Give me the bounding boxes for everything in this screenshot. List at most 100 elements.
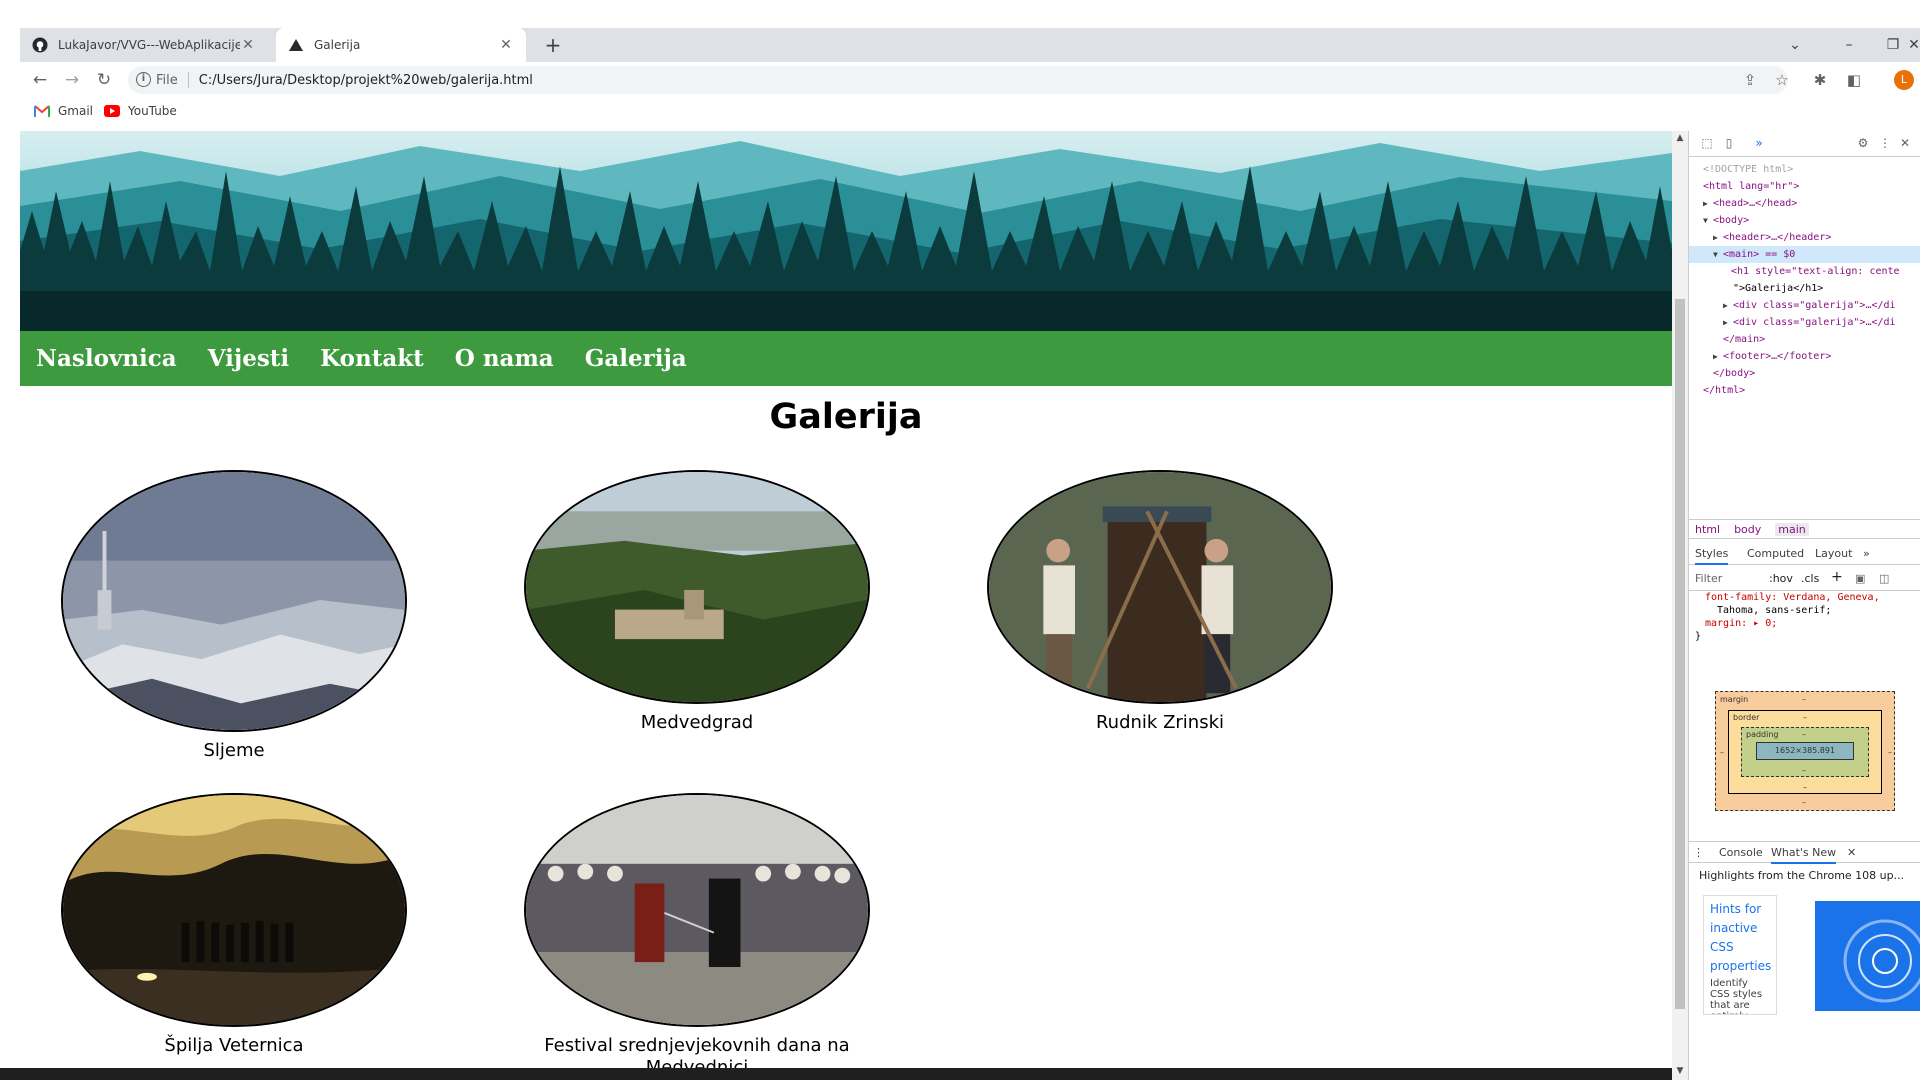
paint-bucket-icon[interactable]: ▣	[1855, 572, 1865, 585]
close-window-icon[interactable]: ✕	[1908, 28, 1920, 62]
page-scrollbar[interactable]: ▲ ▼	[1672, 131, 1688, 1080]
dom-node[interactable]: </body>	[1689, 365, 1920, 382]
profile-avatar[interactable]: L	[1894, 70, 1914, 90]
dom-node[interactable]: ▶ <div class="galerija">…</di	[1689, 297, 1920, 314]
reload-icon[interactable]: ↻	[92, 68, 116, 92]
tab-styles[interactable]: Styles	[1695, 547, 1729, 565]
tab-console[interactable]: Console	[1719, 846, 1763, 859]
settings-gear-icon[interactable]: ⚙	[1855, 136, 1871, 152]
scroll-down-icon[interactable]: ▼	[1672, 1066, 1688, 1076]
new-tab-button[interactable]: +	[540, 32, 566, 58]
gallery-item-sljeme[interactable]: Sljeme	[61, 470, 407, 762]
collapse-triangle-icon[interactable]: ▼	[1713, 246, 1723, 263]
nav-link-vijesti[interactable]: Vijesti	[208, 345, 289, 372]
close-tab-icon[interactable]: ✕	[498, 37, 514, 53]
nav-link-galerija[interactable]: Galerija	[585, 345, 687, 372]
more-panels-icon[interactable]: »	[1751, 136, 1767, 152]
css-declaration[interactable]: margin: ▸ 0;	[1695, 617, 1920, 630]
inspect-element-icon[interactable]: ⬚	[1699, 136, 1715, 152]
close-tab-icon[interactable]: ✕	[240, 37, 256, 53]
device-toolbar-icon[interactable]: ▯	[1721, 136, 1737, 152]
gallery-photo-spilja-veternica[interactable]	[61, 793, 407, 1027]
card-title[interactable]: Hints for inactive CSS properties	[1710, 900, 1771, 976]
dom-node-text: <footer>…</footer>	[1723, 351, 1832, 362]
tab-whats-new[interactable]: What's New	[1771, 846, 1837, 864]
tab-galerija[interactable]: Galerija ✕	[276, 28, 526, 62]
css-declaration[interactable]: Tahoma, sans-serif;	[1695, 604, 1920, 617]
dom-node[interactable]: </main>	[1689, 331, 1920, 348]
gallery-photo-sljeme[interactable]	[61, 470, 407, 732]
close-drawer-tab-icon[interactable]: ✕	[1847, 846, 1856, 859]
expand-triangle-icon[interactable]: ▶	[1723, 314, 1733, 331]
breadcrumb-body[interactable]: body	[1734, 523, 1761, 536]
tab-layout[interactable]: Layout	[1815, 547, 1852, 560]
box-margin-right: –	[1888, 748, 1892, 757]
collapse-triangle-icon[interactable]: ▼	[1703, 212, 1713, 229]
extensions-puzzle-icon[interactable]: ✱	[1810, 70, 1830, 90]
gallery-item-spilja-veternica[interactable]: Špilja Veternica	[61, 793, 407, 1057]
share-icon[interactable]: ⇪	[1740, 70, 1760, 90]
gallery-photo-medvedgrad[interactable]	[524, 470, 870, 704]
scroll-up-icon[interactable]: ▲	[1672, 133, 1688, 143]
expand-triangle-icon[interactable]: ▶	[1713, 348, 1723, 365]
tab-search-icon[interactable]: ⌄	[1772, 28, 1818, 62]
nav-link-kontakt[interactable]: Kontakt	[320, 345, 424, 372]
gallery-caption: Špilja Veternica	[164, 1035, 304, 1056]
more-tabs-icon[interactable]: »	[1863, 547, 1870, 560]
bookmark-youtube[interactable]: YouTube	[104, 102, 177, 120]
address-separator	[187, 72, 189, 88]
expand-triangle-icon[interactable]: ▶	[1703, 195, 1713, 212]
dom-node[interactable]: ">Galerija</h1>	[1689, 280, 1920, 297]
gallery-item-medvedgrad[interactable]: Medvedgrad	[524, 470, 870, 734]
forward-arrow-icon[interactable]: →	[60, 68, 84, 92]
gallery-caption: Rudnik Zrinski	[1095, 712, 1225, 733]
drawer-menu-icon[interactable]: ⋮	[1693, 846, 1704, 859]
side-panel-icon[interactable]: ◧	[1844, 70, 1864, 90]
tab-computed[interactable]: Computed	[1747, 547, 1804, 560]
breadcrumb-main[interactable]: main	[1775, 522, 1809, 536]
dom-node[interactable]: ▶ <div class="galerija">…</di	[1689, 314, 1920, 331]
new-rule-icon[interactable]: +	[1831, 569, 1843, 585]
gallery-item-festival[interactable]: Festival srednjevjekovnih dana na Medved…	[524, 793, 870, 1079]
triangle-page-icon	[288, 37, 304, 53]
gallery-item-rudnik-zrinski[interactable]: Rudnik Zrinski	[987, 470, 1333, 734]
breadcrumb-html[interactable]: html	[1695, 523, 1720, 536]
dom-node[interactable]: ▶ <header>…</header>	[1689, 229, 1920, 246]
bookmark-star-icon[interactable]: ☆	[1772, 70, 1792, 90]
toggle-sidebar-icon[interactable]: ◫	[1879, 572, 1889, 585]
dom-node[interactable]: ▶ <footer>…</footer>	[1689, 348, 1920, 365]
dom-node[interactable]: <!DOCTYPE html>	[1689, 161, 1920, 178]
gallery-caption: Medvedgrad	[640, 712, 754, 733]
dom-node[interactable]: <html lang="hr">	[1689, 178, 1920, 195]
styles-subtabs: Styles Computed Layout »	[1689, 543, 1920, 565]
expand-triangle-icon[interactable]: ▶	[1723, 297, 1733, 314]
nav-link-o-nama[interactable]: O nama	[455, 345, 554, 372]
gallery-photo-rudnik-zrinski[interactable]	[987, 470, 1333, 704]
minimize-icon[interactable]: –	[1826, 28, 1872, 62]
site-info-icon[interactable]: i	[136, 72, 151, 87]
dom-node[interactable]: <h1 style="text-align: cente	[1689, 263, 1920, 280]
css-declaration[interactable]: font-family: Verdana, Geneva,	[1695, 591, 1920, 604]
nav-link-naslovnica[interactable]: Naslovnica	[36, 345, 177, 372]
expand-triangle-icon[interactable]: ▶	[1713, 229, 1723, 246]
box-padding-label: padding	[1746, 730, 1779, 739]
address-bar[interactable]: i File C:/Users/Jura/Desktop/projekt%20w…	[128, 66, 1788, 94]
dom-node-selected[interactable]: ▼ <main> == $0	[1689, 246, 1920, 263]
close-devtools-icon[interactable]: ✕	[1897, 136, 1913, 152]
whats-new-heading: Highlights from the Chrome 108 up...	[1699, 869, 1905, 882]
back-arrow-icon[interactable]: ←	[28, 68, 52, 92]
scrollbar-thumb[interactable]	[1675, 299, 1685, 1009]
dom-node[interactable]: ▶ <head>…</head>	[1689, 195, 1920, 212]
whats-new-card[interactable]: Hints for inactive CSS properties Identi…	[1703, 895, 1777, 1015]
dom-node[interactable]: </html>	[1689, 382, 1920, 399]
hover-state-toggle[interactable]: :hov	[1769, 572, 1793, 585]
bookmark-gmail[interactable]: Gmail	[34, 102, 93, 120]
devtools-menu-icon[interactable]: ⋮	[1877, 136, 1893, 152]
box-content-size[interactable]: 1652×385.891	[1756, 742, 1854, 760]
tab-github[interactable]: LukaJavor/VVG---WebAplikacije ✕	[20, 28, 268, 62]
gallery-photo-festival[interactable]	[524, 793, 870, 1027]
class-toggle[interactable]: .cls	[1801, 572, 1819, 585]
dom-node[interactable]: ▼ <body>	[1689, 212, 1920, 229]
forest-banner-image	[20, 131, 1672, 331]
styles-filter-input[interactable]: Filter	[1695, 572, 1745, 585]
